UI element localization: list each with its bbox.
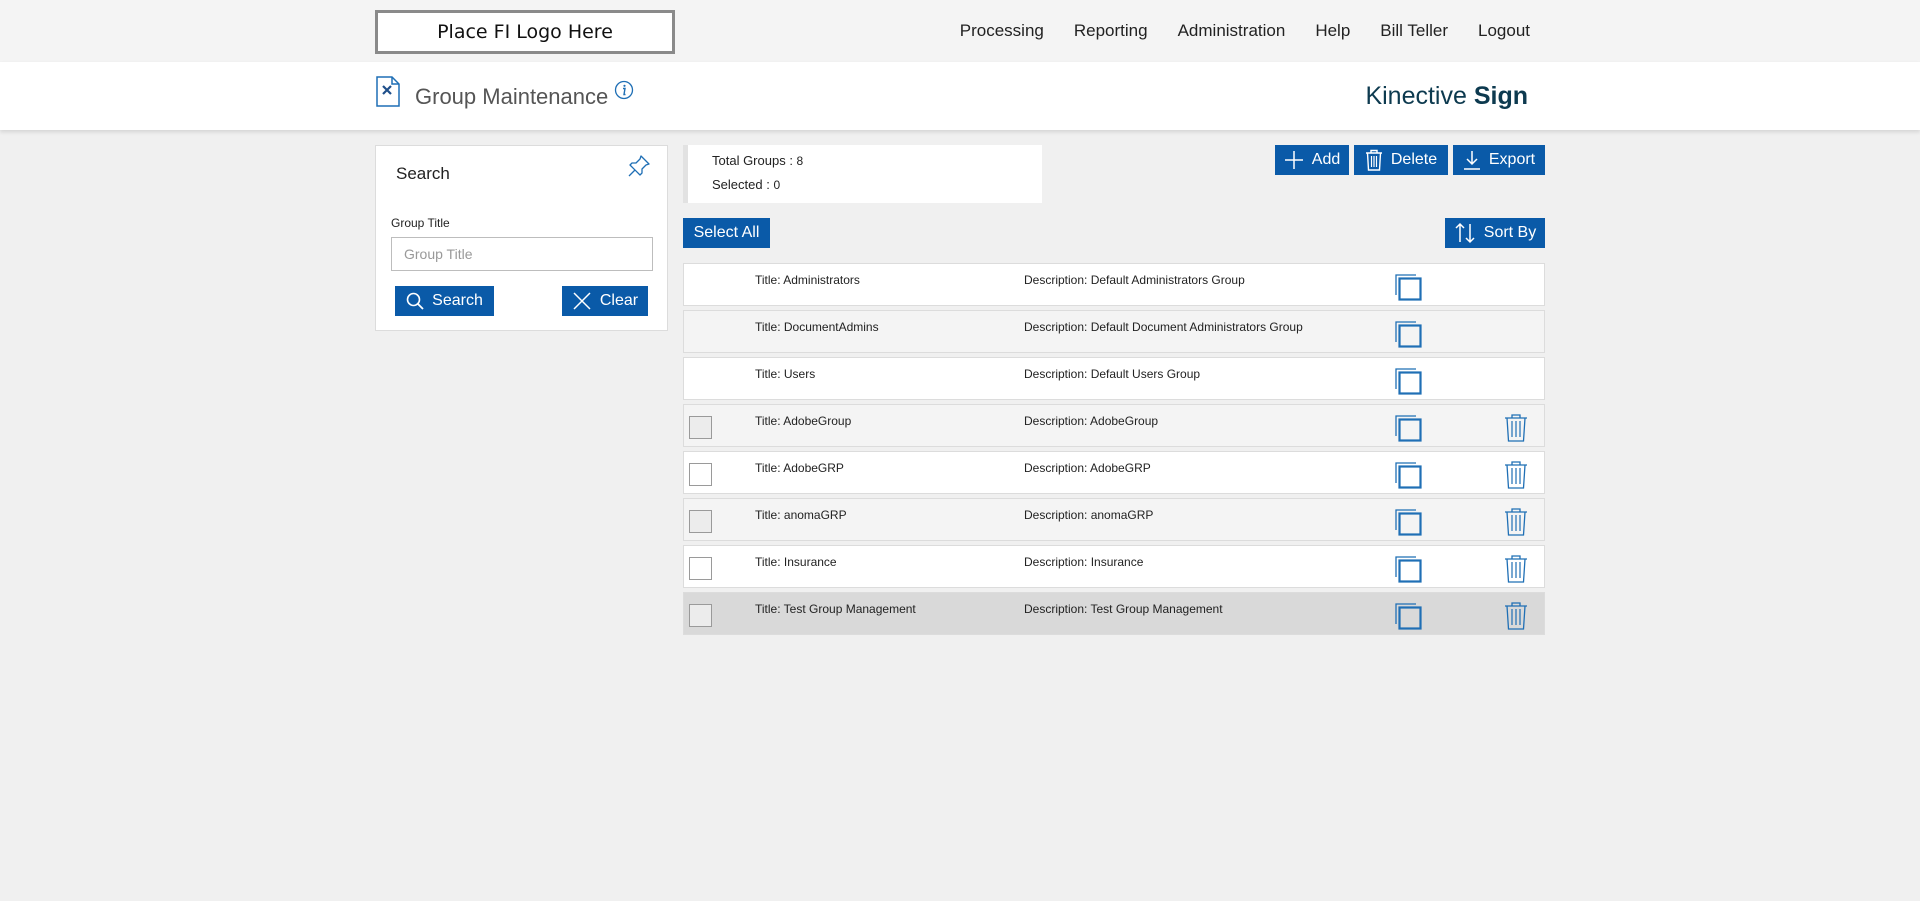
group-title: Title: Test Group Management (755, 602, 916, 616)
group-title: Title: AdobeGroup (755, 414, 852, 428)
group-row[interactable]: Title: AdobeGroup Description: AdobeGrou… (683, 404, 1545, 447)
copy-icon[interactable] (1394, 555, 1422, 583)
document-group-icon (376, 76, 400, 107)
export-button-label: Export (1488, 151, 1536, 168)
total-groups-label: Total Groups : (712, 153, 797, 168)
nav-help[interactable]: Help (1315, 21, 1350, 41)
sort-by-button[interactable]: Sort By (1445, 218, 1545, 248)
page-header: Group Maintenance Kinective Sign (0, 62, 1920, 130)
group-description: Description: anomaGRP (1024, 508, 1154, 522)
group-row[interactable]: Title: anomaGRP Description: anomaGRP (683, 498, 1545, 541)
group-list: Title: Administrators Description: Defau… (683, 263, 1545, 639)
select-all-button[interactable]: Select All (683, 218, 770, 248)
trash-icon[interactable] (1504, 555, 1528, 583)
search-panel: Search Group Title Search Clear (375, 145, 668, 331)
select-all-label: Select All (693, 224, 760, 241)
total-groups: Total Groups : 8 (712, 153, 803, 168)
group-title-label: Group Title (391, 216, 450, 230)
row-checkbox[interactable] (689, 463, 712, 486)
sort-icon (1455, 222, 1475, 244)
copy-icon[interactable] (1394, 602, 1422, 630)
group-title-input[interactable] (391, 237, 653, 271)
nav-logout[interactable]: Logout (1478, 21, 1530, 41)
group-row[interactable]: Title: Administrators Description: Defau… (683, 263, 1545, 306)
fi-logo-placeholder[interactable]: Place FI Logo Here (375, 10, 675, 54)
info-icon[interactable] (614, 80, 634, 100)
brand-light-text: Kinective (1365, 82, 1474, 110)
group-description: Description: Test Group Management (1024, 602, 1223, 616)
search-panel-title: Search (396, 164, 450, 183)
group-description: Description: Default Administrators Grou… (1024, 273, 1245, 287)
delete-button[interactable]: Delete (1354, 145, 1448, 175)
copy-icon[interactable] (1394, 273, 1422, 301)
top-nav: Processing Reporting Administration Help… (960, 0, 1530, 62)
row-checkbox[interactable] (689, 416, 712, 439)
nav-user-name[interactable]: Bill Teller (1380, 21, 1448, 41)
group-description: Description: Insurance (1024, 555, 1144, 569)
group-title: Title: anomaGRP (755, 508, 847, 522)
top-bar: Place FI Logo Here Processing Reporting … (0, 0, 1920, 62)
row-checkbox[interactable] (689, 557, 712, 580)
group-title: Title: DocumentAdmins (755, 320, 879, 334)
brand-bold-text: Sign (1473, 82, 1528, 110)
brand-logo: Kinective Sign (1365, 82, 1528, 111)
group-description: Description: AdobeGroup (1024, 414, 1159, 428)
selected-label: Selected : (712, 177, 774, 192)
trash-icon (1365, 149, 1382, 171)
close-icon (573, 292, 591, 310)
add-button-label: Add (1311, 151, 1341, 168)
group-title: Title: Users (755, 367, 816, 381)
search-button-label: Search (432, 292, 483, 309)
pin-icon[interactable] (627, 154, 651, 178)
group-description: Description: Default Users Group (1024, 367, 1201, 381)
trash-icon[interactable] (1504, 461, 1528, 489)
row-checkbox[interactable] (689, 604, 712, 627)
trash-icon[interactable] (1504, 602, 1528, 630)
groups-summary: Total Groups : 8 Selected : 0 (683, 145, 1042, 203)
selected-value: 0 (773, 178, 781, 192)
selected-count: Selected : 0 (712, 177, 780, 192)
copy-icon[interactable] (1394, 320, 1422, 348)
group-description: Description: AdobeGRP (1024, 461, 1151, 475)
total-groups-value: 8 (796, 154, 804, 168)
group-row[interactable]: Title: Users Description: Default Users … (683, 357, 1545, 400)
copy-icon[interactable] (1394, 414, 1422, 442)
clear-button-label: Clear (599, 292, 639, 309)
clear-button[interactable]: Clear (562, 286, 648, 316)
plus-icon (1284, 151, 1303, 169)
search-icon (406, 292, 424, 310)
group-row[interactable]: Title: Insurance Description: Insurance (683, 545, 1545, 588)
sort-by-label: Sort By (1483, 224, 1537, 241)
group-title: Title: AdobeGRP (755, 461, 844, 475)
delete-button-label: Delete (1390, 151, 1438, 168)
page-title: Group Maintenance (415, 84, 609, 109)
nav-processing[interactable]: Processing (960, 21, 1044, 41)
download-icon (1463, 151, 1480, 170)
nav-reporting[interactable]: Reporting (1074, 21, 1148, 41)
nav-administration[interactable]: Administration (1178, 21, 1286, 41)
copy-icon[interactable] (1394, 508, 1422, 536)
group-row[interactable]: Title: AdobeGRP Description: AdobeGRP (683, 451, 1545, 494)
group-row[interactable]: Title: Test Group Management Description… (683, 592, 1545, 635)
trash-icon[interactable] (1504, 508, 1528, 536)
group-title: Title: Insurance (755, 555, 837, 569)
add-button[interactable]: Add (1275, 145, 1349, 175)
row-checkbox[interactable] (689, 510, 712, 533)
logo-text: Place FI Logo Here (437, 21, 613, 43)
copy-icon[interactable] (1394, 461, 1422, 489)
group-description: Description: Default Document Administra… (1024, 320, 1303, 334)
search-button[interactable]: Search (395, 286, 494, 316)
group-row[interactable]: Title: DocumentAdmins Description: Defau… (683, 310, 1545, 353)
export-button[interactable]: Export (1453, 145, 1545, 175)
copy-icon[interactable] (1394, 367, 1422, 395)
group-title: Title: Administrators (755, 273, 860, 287)
trash-icon[interactable] (1504, 414, 1528, 442)
